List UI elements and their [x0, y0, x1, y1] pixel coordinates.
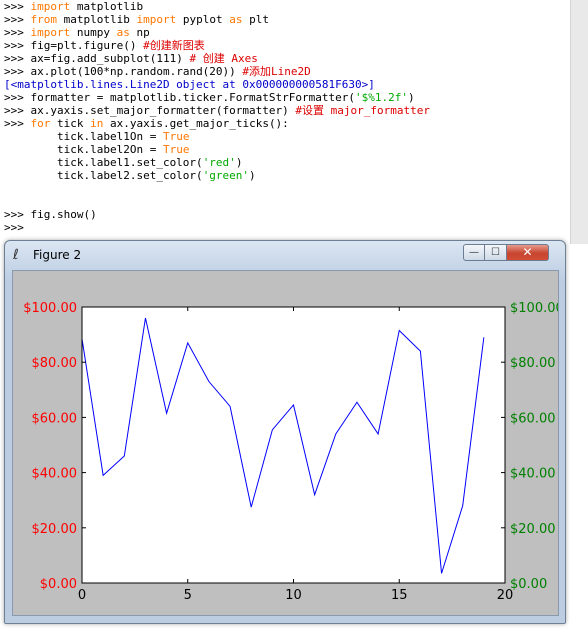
code-token: import — [136, 13, 177, 26]
maximize-button[interactable]: ☐ — [485, 244, 507, 261]
shell-line: tick.label2On = True — [4, 143, 189, 156]
y-tick-label-left: $20.00 — [32, 522, 78, 537]
code-token: import — [30, 0, 71, 13]
shell-line: tick.label2.set_color('green') — [4, 169, 256, 182]
y-tick-label-right: $0.00 — [510, 577, 547, 592]
y-tick-label-left: $0.00 — [40, 577, 77, 592]
shell-prompt: >>> — [4, 13, 31, 26]
code-token: import — [30, 26, 71, 39]
code-token: fig=plt.figure() — [30, 39, 144, 52]
y-tick-label-left: $100.00 — [23, 301, 77, 316]
shell-line: >>> import matplotlib — [4, 0, 143, 13]
x-tick-label: 15 — [391, 588, 408, 603]
y-tick-label-right: $40.00 — [510, 467, 556, 482]
code-token: tick.label2On = — [4, 143, 163, 156]
shell-line: >>> ax.yaxis.set_major_formatter(formatt… — [4, 104, 430, 117]
x-tick-label: 10 — [285, 588, 302, 603]
shell-prompt: >>> — [4, 52, 31, 65]
y-tick-label-right: $20.00 — [510, 522, 556, 537]
code-token: ) — [408, 91, 415, 104]
code-token: from — [30, 13, 58, 26]
shell-line: >>> fig=plt.figure() #创建新图表 — [4, 39, 205, 52]
python-shell[interactable]: >>> import matplotlib >>> from matplotlib… — [0, 0, 570, 244]
shell-prompt: >>> — [4, 221, 31, 234]
y-tick-label-left: $80.00 — [32, 356, 78, 371]
shell-line: >>> ax.plot(100*np.random.rand(20)) #添加L… — [4, 65, 311, 78]
shell-prompt: >>> — [4, 208, 31, 221]
code-token: tick.label1.set_color( — [4, 156, 203, 169]
shell-line: >>> import numpy as np — [4, 26, 150, 39]
code-token: #设置 major_formatter — [295, 104, 430, 117]
shell-line: [<matplotlib.lines.Line2D object at 0x00… — [4, 78, 375, 91]
code-token: matplotlib — [70, 0, 144, 13]
code-token: True — [162, 130, 190, 143]
minimize-icon: — — [469, 247, 479, 258]
code-token: [<matplotlib.lines.Line2D object at 0x00… — [4, 78, 375, 91]
y-tick-label-right: $80.00 — [510, 356, 556, 371]
shell-prompt: >>> — [4, 104, 31, 117]
x-tick-label: 0 — [78, 588, 86, 603]
shell-line: >>> fig.show() — [4, 208, 97, 221]
code-token: numpy — [70, 26, 117, 39]
code-token: in — [90, 117, 104, 130]
shell-scrollbar[interactable] — [570, 0, 588, 244]
code-token: np — [129, 26, 150, 39]
shell-line: tick.label1.set_color('red') — [4, 156, 242, 169]
shell-line: >>> from matplotlib import pyplot as plt — [4, 13, 269, 26]
code-token: tick.label2.set_color( — [4, 169, 203, 182]
y-tick-label-right: $100.00 — [510, 301, 558, 316]
code-token: tick.label1On = — [4, 130, 163, 143]
code-token: ax.yaxis.set_major_formatter(formatter) — [30, 104, 296, 117]
tk-feather-icon: ℓ — [13, 247, 19, 263]
figure-canvas[interactable]: 0 5 10 15 20 $0.00 $0.00 $20.00 $20.00 $40.00 $40.… — [12, 270, 559, 616]
code-token: plt — [242, 13, 269, 26]
code-token: 'green' — [202, 169, 250, 182]
code-token: matplotlib — [57, 13, 137, 26]
line-chart: 0 5 10 15 20$0.00 $0.00$20.00 $20.00$40.00 $40.… — [23, 301, 558, 603]
shell-prompt: >>> — [4, 117, 31, 130]
code-token: for — [30, 117, 51, 130]
shell-line: >>> formatter = matplotlib.ticker.Format… — [4, 91, 415, 104]
code-token: ax.plot(100*np.random.rand(20)) — [30, 65, 243, 78]
code-token: as — [116, 26, 130, 39]
close-button[interactable]: ✕ — [507, 244, 549, 261]
close-icon: ✕ — [522, 245, 533, 259]
maximize-icon: ☐ — [491, 247, 500, 258]
figure-window: ℓ Figure 2 — ☐ ✕ 0 5 10 15 20 $0.00 $0.00 $20.0… — [4, 240, 566, 624]
figure-window-title: Figure 2 — [33, 248, 82, 262]
code-token: ) — [235, 156, 243, 169]
code-token: #添加Line2D — [242, 65, 311, 78]
y-tick-label-left: $40.00 — [32, 467, 78, 482]
code-token: fig.show() — [30, 208, 97, 221]
code-token: formatter = matplotlib.ticker.FormatStrF… — [30, 91, 356, 104]
code-token: ax.yaxis.get_major_ticks(): — [103, 117, 289, 130]
code-token: ) — [249, 169, 256, 182]
code-token: as — [229, 13, 243, 26]
shell-prompt: >>> — [4, 0, 31, 13]
axes-background — [82, 307, 505, 583]
x-tick-label: 5 — [184, 588, 192, 603]
shell-line: >>> ax=fig.add_subplot(111) # 创建 Axes — [4, 52, 258, 65]
code-token: True — [162, 143, 190, 156]
code-token: '$%1.2f' — [355, 91, 408, 104]
y-tick-label-right: $60.00 — [510, 411, 556, 426]
shell-prompt: >>> — [4, 91, 31, 104]
y-tick-label-left: $60.00 — [32, 411, 78, 426]
code-token: # 创建 Axes — [189, 52, 258, 65]
shell-line: tick.label1On = True — [4, 130, 189, 143]
code-token: tick — [50, 117, 91, 130]
shell-line: >>> for tick in ax.yaxis.get_major_ticks… — [4, 117, 289, 130]
shell-prompt: >>> — [4, 39, 31, 52]
code-token: pyplot — [176, 13, 230, 26]
figure-titlebar[interactable]: ℓ Figure 2 — ☐ ✕ — [5, 241, 565, 269]
shell-line: >>> — [4, 221, 31, 234]
code-token: 'red' — [202, 156, 236, 169]
code-token: ax=fig.add_subplot(111) — [30, 52, 190, 65]
minimize-button[interactable]: — — [463, 244, 485, 261]
code-token: #创建新图表 — [143, 39, 205, 52]
shell-prompt: >>> — [4, 65, 31, 78]
shell-prompt: >>> — [4, 26, 31, 39]
